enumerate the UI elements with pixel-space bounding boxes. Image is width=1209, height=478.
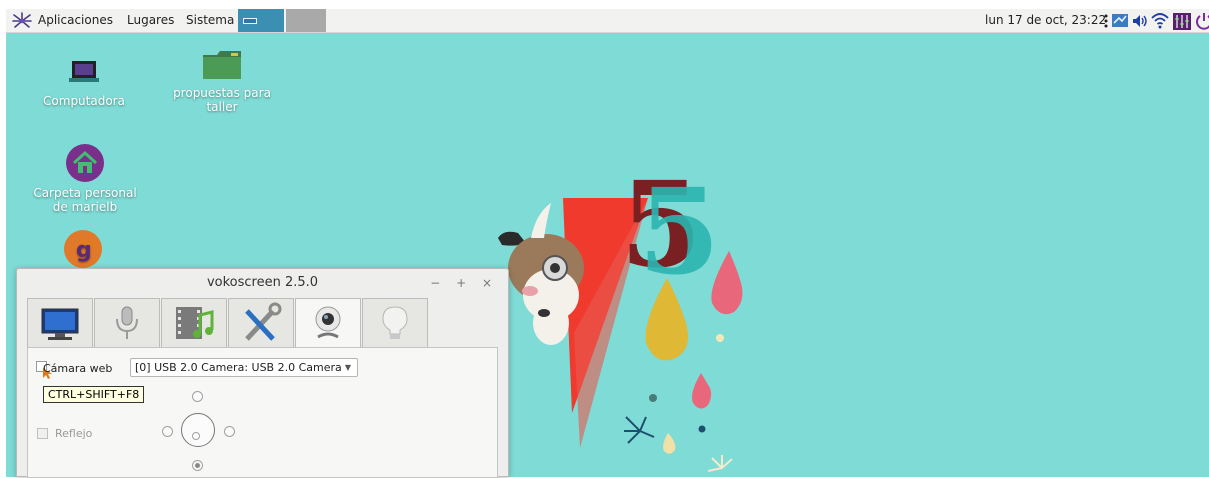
desktop-icon-label: Computadora [43,94,125,108]
taskbar-window-button-2[interactable] [286,9,326,32]
vokoscreen-window: vokoscreen 2.5.0 − + × Cámara web [0] US… [16,268,509,478]
desktop-icon-app[interactable]: g [63,229,103,272]
menu-applications[interactable]: Aplicaciones [38,13,113,27]
tab-settings[interactable] [228,298,294,348]
clock[interactable]: lun 17 de oct, 23:22 [985,13,1106,27]
position-radio-top[interactable] [192,391,203,402]
tools-icon [245,302,282,341]
mirror-checkbox[interactable] [37,428,48,439]
svg-text:g: g [76,238,92,263]
home-folder-icon [66,144,104,182]
camera-select[interactable]: [0] USB 2.0 Camera: USB 2.0 Camera ▼ [130,358,358,377]
desktop-icon-home[interactable]: Carpeta personal de marielb [24,143,146,214]
svg-text:5: 5 [638,162,720,301]
webcam-icon [315,306,341,339]
menu-system[interactable]: Sistema [186,13,234,27]
shortcut-tooltip: CTRL+SHIFT+F8 [43,386,145,403]
window-controls[interactable]: − + × [430,276,498,290]
volume-icon[interactable] [1131,11,1149,31]
position-radio-right[interactable] [224,426,235,437]
mixer-icon[interactable] [1173,11,1191,31]
computer-icon [69,61,99,82]
folder-icon [203,51,241,79]
tab-audio[interactable] [94,298,160,348]
microphone-icon [116,306,138,339]
applications-menu-icon[interactable] [12,12,32,30]
wifi-icon[interactable] [1151,11,1169,31]
chevron-down-icon: ▼ [344,363,351,372]
position-radio-bottom[interactable] [192,460,203,471]
gnumeric-icon: g [64,230,102,268]
position-radio-center[interactable] [192,432,200,440]
tab-video[interactable] [161,298,227,348]
desktop-icon-folder[interactable]: propuestas para taller [159,49,285,114]
taskbar-window-button[interactable] [238,9,284,32]
position-radio-left[interactable] [162,426,173,437]
tab-about[interactable] [362,298,428,348]
camera-select-value: [0] USB 2.0 Camera: USB 2.0 Camera [135,361,342,374]
window-icon [243,18,257,24]
tab-webcam[interactable] [295,298,361,350]
film-music-icon [176,307,214,339]
tray-dots-icon [1104,14,1108,28]
webcam-checkbox-label[interactable]: Cámara web [43,362,112,375]
power-icon[interactable] [1195,11,1209,31]
menu-places[interactable]: Lugares [127,13,174,27]
lightbulb-icon [382,306,408,339]
network-manager-icon[interactable] [1111,11,1129,31]
mirror-checkbox-label[interactable]: Reflejo [55,427,92,440]
top-panel: Aplicaciones Lugares Sistema lun 17 de o… [6,9,1209,33]
desktop-icon-computer[interactable]: Computadora [39,57,129,108]
tab-screen[interactable] [27,298,93,348]
desktop-icon-label: Carpeta personal de marielb [33,186,137,214]
monitor-icon [41,308,79,340]
desktop-icon-label: propuestas para taller [173,86,271,114]
position-dial[interactable] [181,413,215,447]
